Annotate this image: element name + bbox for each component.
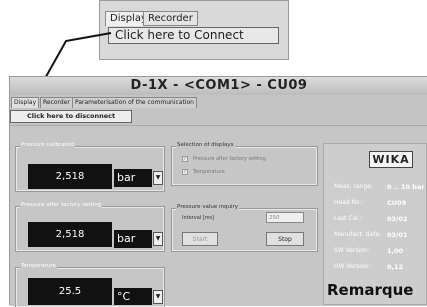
selection-label: Selection of displays (176, 142, 235, 148)
selection-option-2: Temperature (193, 169, 225, 175)
info-key: Head No.: (334, 199, 364, 206)
info-key: SW Version: (334, 247, 370, 254)
info-value: 1,00 (387, 247, 404, 255)
pressure-after-factory-value: 2,518 (28, 222, 112, 247)
stop-button[interactable]: Stop (266, 232, 304, 246)
temperature-label: Temperature (20, 263, 57, 269)
inquiry-label: Pressure value inquiry (176, 204, 240, 210)
pressure-after-factory-label: Pressure after factory setting (20, 202, 103, 208)
chevron-down-icon[interactable]: ▼ (153, 232, 163, 246)
info-value: 03/02 (387, 215, 408, 223)
tab-parameterisation[interactable]: Parameterisation of the communication (72, 97, 197, 108)
info-key: Manufact. date: (334, 231, 382, 238)
chevron-down-icon[interactable]: ▼ (153, 171, 163, 185)
pressure-calibrated-unit: bar (114, 169, 152, 187)
tab-display[interactable]: Display (11, 97, 40, 108)
pressure-calibrated-value: 2,518 (28, 164, 112, 189)
start-button[interactable]: Start (182, 232, 218, 246)
info-value: CU09 (387, 199, 407, 207)
tab-recorder[interactable]: Recorder (40, 97, 73, 108)
temperature-unit: °C (114, 288, 152, 305)
info-key: HW Version: (334, 263, 371, 270)
chevron-down-icon[interactable]: ▼ (153, 290, 163, 304)
wika-logo: WIKA (369, 151, 413, 168)
temperature-value: 25.5 (28, 278, 112, 305)
interval-input[interactable]: 250 (266, 212, 304, 223)
disconnect-button[interactable]: Click here to disconnect (10, 110, 132, 123)
interval-label: Interval [ms] (182, 215, 215, 221)
info-value: 0 .. 10 bar (387, 183, 425, 191)
info-value: 03/01 (387, 231, 408, 239)
group-selection-of-displays (171, 146, 318, 186)
info-key: Meas. range: (334, 183, 373, 190)
info-key: Last Cal.: (334, 215, 362, 222)
info-value: 0,12 (387, 263, 404, 271)
remarque-caption: Remarque (327, 281, 414, 299)
pressure-calibrated-label: Pressure calibrated (20, 142, 75, 148)
pressure-after-factory-unit: bar (114, 230, 152, 248)
selection-option-1: Pressure after factory setting (193, 156, 266, 162)
checkbox-temperature[interactable]: ✓ (182, 169, 188, 175)
checkbox-pressure-after-factory[interactable]: ✓ (182, 156, 188, 162)
window-title: D-1X - <COM1> - CU09 (10, 77, 427, 95)
